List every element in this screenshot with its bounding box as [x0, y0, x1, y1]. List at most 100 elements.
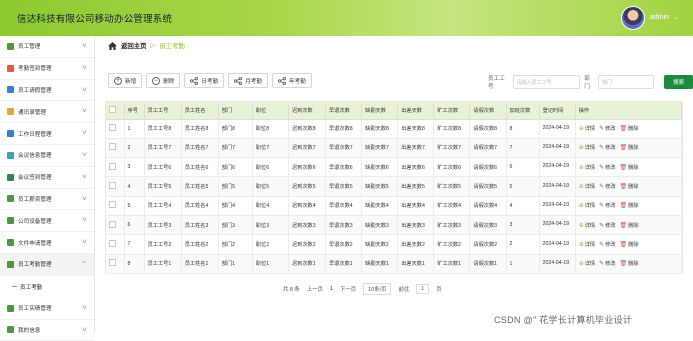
breadcrumb-current: 员工考勤 [159, 43, 185, 50]
edit-button[interactable]: ✎ 修改 [599, 260, 615, 267]
view-button[interactable]: ⊕ 详情 [579, 164, 595, 171]
delete-row-button[interactable]: 🗑 删除 [620, 125, 639, 132]
table-cell: 员工姓名2 [181, 234, 219, 255]
table-cell: 请假次数6 [469, 157, 507, 178]
toolbar: + 新增 − 删除 日考勤 月考勤 年考勤 [108, 73, 316, 88]
table-cell: 旷工次数8 [433, 119, 471, 139]
view-button[interactable]: ⊕ 详情 [579, 202, 595, 209]
table-cell: 4 [124, 176, 145, 197]
table-cell: 旷工次数4 [433, 196, 471, 216]
table-cell: 旷工次数2 [433, 234, 471, 255]
edit-button[interactable]: ✎ 修改 [599, 222, 615, 229]
delete-row-button[interactable]: 🗑 删除 [620, 144, 639, 151]
row-checkbox[interactable] [109, 182, 116, 190]
actions-cell: ⊕ 详情 ✎ 修改 🗑 删除 [575, 196, 683, 216]
row-checkbox[interactable] [109, 143, 116, 151]
chevron-down-icon[interactable]: ⌄ [673, 14, 678, 21]
trash-icon: 🗑 [619, 222, 628, 229]
view-button[interactable]: ⊕ 详情 [579, 144, 595, 151]
row-checkbox[interactable] [109, 239, 116, 247]
row-checkbox[interactable] [109, 162, 116, 170]
sidebar-item[interactable]: 会议签到管理 v [0, 167, 94, 189]
prev-page-button[interactable]: 上一页 [307, 285, 323, 293]
next-page-button[interactable]: 下一页 [340, 285, 356, 293]
delete-button[interactable]: − 删除 [146, 73, 181, 88]
monthly-attendance-button[interactable]: 月考勤 [228, 73, 268, 88]
view-label: 详情 [584, 126, 596, 133]
breadcrumb-home[interactable]: 返回主页 [121, 41, 147, 50]
table-cell: 迟到次数6 [288, 157, 327, 178]
sidebar-item[interactable]: 我的信息 v [0, 320, 94, 341]
sidebar-subitem-label: 员工考勤 [20, 284, 43, 291]
row-checkbox[interactable] [109, 124, 116, 132]
edit-button[interactable]: ✎ 修改 [599, 125, 615, 132]
delete-row-button[interactable]: 🗑 删除 [620, 241, 639, 248]
dept-input[interactable]: 部门 [598, 75, 655, 89]
sidebar-item[interactable]: 员工实绩管理 v [0, 298, 94, 320]
yearly-attendance-button[interactable]: 年考勤 [272, 73, 312, 88]
column-header: 登记时间 [539, 102, 576, 120]
daily-attendance-button[interactable]: 日考勤 [184, 73, 225, 88]
sidebar-item[interactable]: 考勤签到管理 v [0, 58, 94, 80]
sidebar-item[interactable]: 工作日程管理 v [0, 123, 94, 145]
sidebar-item[interactable]: 员工请假管理 v [0, 80, 94, 102]
edit-button[interactable]: ✎ 修改 [599, 164, 615, 171]
app-header: 信达科技有限公司移动办公管理系统 admin ⌄ [0, 0, 693, 36]
delete-row-button[interactable]: 🗑 删除 [620, 222, 639, 229]
table-cell: 迟到次数1 [288, 254, 327, 274]
menu-icon [7, 304, 14, 312]
delete-row-button[interactable]: 🗑 删除 [620, 202, 639, 209]
row-checkbox[interactable] [109, 201, 116, 209]
table-cell: 2 [124, 138, 145, 159]
sidebar-item[interactable]: 员工考勤管理 ^ [0, 253, 94, 276]
table-cell: 旷工次数7 [433, 138, 471, 159]
table-cell: 员工工号6 [144, 157, 182, 178]
edit-button[interactable]: ✎ 修改 [599, 202, 615, 209]
edit-button[interactable]: ✎ 修改 [599, 144, 615, 151]
goto-page-input[interactable]: 1 [416, 284, 430, 294]
sidebar-item[interactable]: 员工薪资管理 v [0, 189, 94, 211]
view-button[interactable]: ⊕ 详情 [579, 260, 595, 267]
user-avatar[interactable] [621, 6, 645, 30]
edit-icon: ✎ [599, 145, 605, 152]
edit-button[interactable]: ✎ 修改 [599, 241, 615, 248]
delete-row-button[interactable]: 🗑 删除 [620, 183, 639, 190]
sidebar-item[interactable]: 会议信息管理 v [0, 145, 94, 167]
actions-cell: ⊕ 详情 ✎ 修改 🗑 删除 [575, 254, 683, 274]
sidebar-item[interactable]: 公司设备管理 v [0, 210, 94, 233]
table-cell: 员工姓名4 [181, 196, 219, 216]
sidebar-subitem-attendance[interactable]: 员工考勤 [0, 276, 94, 298]
table-cell: 部门1 [218, 254, 253, 274]
current-page[interactable]: 1 [330, 286, 333, 292]
column-header: 出差天数 [397, 102, 435, 120]
column-header: 序号 [124, 102, 145, 120]
sidebar-item[interactable]: 文件申请管理 v [0, 232, 94, 254]
table-cell: 出差天数8 [397, 119, 435, 139]
page-size-select[interactable]: 10条/页 [363, 283, 392, 295]
table-cell: 请假次数3 [469, 215, 507, 236]
row-checkbox[interactable] [109, 220, 116, 228]
view-button[interactable]: ⊕ 详情 [579, 125, 595, 132]
trash-icon: 🗑 [619, 145, 628, 152]
select-all-checkbox[interactable] [109, 105, 116, 113]
home-icon[interactable] [108, 41, 117, 50]
emp-id-input[interactable]: 请输入员工工号 [512, 75, 581, 89]
edit-button[interactable]: ✎ 修改 [599, 183, 615, 190]
view-label: 详情 [584, 261, 596, 268]
table-cell: 迟到次数7 [288, 138, 327, 159]
view-button[interactable]: ⊕ 详情 [579, 183, 595, 190]
table-cell: 5 [124, 196, 145, 216]
username-label[interactable]: admin [650, 14, 669, 21]
sidebar-item[interactable]: 员工管理 v [0, 36, 94, 58]
delete-row-button[interactable]: 🗑 删除 [620, 164, 639, 171]
add-button[interactable]: + 新增 [108, 73, 143, 88]
row-checkbox[interactable] [109, 259, 116, 267]
table-cell: 员工姓名8 [181, 119, 219, 139]
view-button[interactable]: ⊕ 详情 [579, 241, 595, 248]
view-button[interactable]: ⊕ 详情 [579, 222, 595, 229]
delete-row-button[interactable]: 🗑 删除 [620, 260, 639, 267]
sidebar-item[interactable]: 通讯录管理 v [0, 101, 94, 124]
search-button[interactable]: 搜索 [664, 75, 693, 89]
trash-icon: 🗑 [619, 184, 628, 191]
table-cell: 缺勤天数3 [361, 215, 399, 236]
